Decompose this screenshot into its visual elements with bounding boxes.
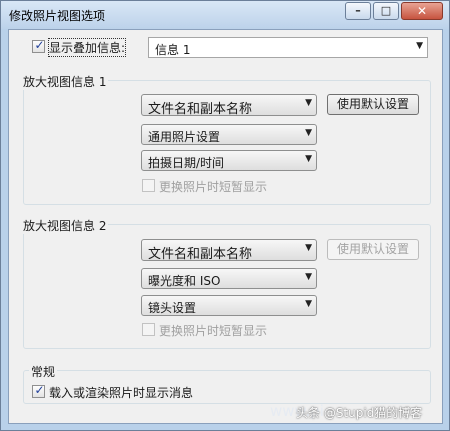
loupe1-field3-select[interactable]: 拍摄日期/时间 ▼ — [141, 150, 317, 171]
loupe1-swap-checkbox[interactable] — [142, 179, 155, 192]
general-title: 常规 — [29, 363, 58, 380]
dialog-content: ✓ 显示叠加信息: 信息 1 ▼ 放大视图信息 1 文件名和副本名称 ▼ 使用默… — [8, 29, 443, 424]
loupe2-field1-value: 文件名和副本名称 — [148, 247, 253, 262]
loupe2-field3-select[interactable]: 镜头设置 ▼ — [141, 295, 317, 316]
loupe1-swap-label: 更换照片时短暂显示 — [159, 180, 268, 194]
loupe2-swap-label: 更换照片时短暂显示 — [159, 324, 268, 338]
loupe2-field3-value: 镜头设置 — [148, 301, 197, 315]
checkmark-icon: ✓ — [34, 383, 45, 397]
loupe2-field2-value: 曝光度和 ISO — [148, 274, 221, 288]
window-title: 修改照片视图选项 — [9, 9, 106, 23]
chevron-down-icon: ▼ — [305, 98, 312, 108]
chevron-down-icon: ▼ — [305, 154, 312, 164]
title-bar[interactable]: 修改照片视图选项 – □ ✕ — [1, 1, 449, 29]
loupe1-field3-value: 拍摄日期/时间 — [148, 156, 225, 170]
close-button[interactable]: ✕ — [401, 2, 443, 20]
loupe1-field2-value: 通用照片设置 — [148, 130, 221, 144]
close-icon: ✕ — [416, 4, 428, 18]
loupe-info-2-title: 放大视图信息 2 — [21, 217, 109, 234]
loupe1-field2-select[interactable]: 通用照片设置 ▼ — [141, 124, 317, 145]
loupe1-use-defaults-button[interactable]: 使用默认设置 — [327, 94, 419, 115]
window-controls: – □ ✕ — [343, 2, 443, 20]
minimize-button[interactable]: – — [345, 2, 371, 20]
chevron-down-icon: ▼ — [305, 128, 312, 138]
chevron-down-icon: ▼ — [416, 41, 423, 51]
maximize-icon: □ — [380, 4, 392, 17]
checkmark-icon: ✓ — [34, 38, 45, 52]
minimize-icon: – — [355, 4, 361, 17]
overlay-select[interactable]: 信息 1 ▼ — [148, 37, 428, 58]
loupe2-field2-select[interactable]: 曝光度和 ISO ▼ — [141, 268, 317, 289]
maximize-button[interactable]: □ — [373, 2, 399, 20]
chevron-down-icon: ▼ — [305, 243, 312, 253]
show-load-message-label[interactable]: 载入或渲染照片时显示消息 — [49, 384, 193, 401]
chevron-down-icon: ▼ — [305, 272, 312, 282]
loupe2-field1-select[interactable]: 文件名和副本名称 ▼ — [141, 239, 317, 262]
overlay-select-value: 信息 1 — [155, 43, 191, 57]
loupe1-field1-value: 文件名和副本名称 — [148, 102, 253, 117]
watermark-text: 头条 @Stupid猫的博客 — [296, 406, 423, 420]
loupe-info-1-title: 放大视图信息 1 — [21, 73, 109, 90]
show-overlay-checkbox[interactable]: ✓ — [32, 38, 45, 53]
loupe2-swap-checkbox[interactable] — [142, 323, 155, 336]
show-overlay-label[interactable]: 显示叠加信息: — [47, 38, 127, 57]
loupe1-field1-select[interactable]: 文件名和副本名称 ▼ — [141, 94, 317, 117]
dialog-window: 修改照片视图选项 – □ ✕ ✓ 显示叠加信息: 信息 1 ▼ 放大视图信息 1… — [0, 0, 450, 431]
chevron-down-icon: ▼ — [305, 299, 312, 309]
loupe2-use-defaults-button[interactable]: 使用默认设置 — [327, 239, 419, 260]
show-load-message-checkbox[interactable]: ✓ — [32, 383, 45, 398]
